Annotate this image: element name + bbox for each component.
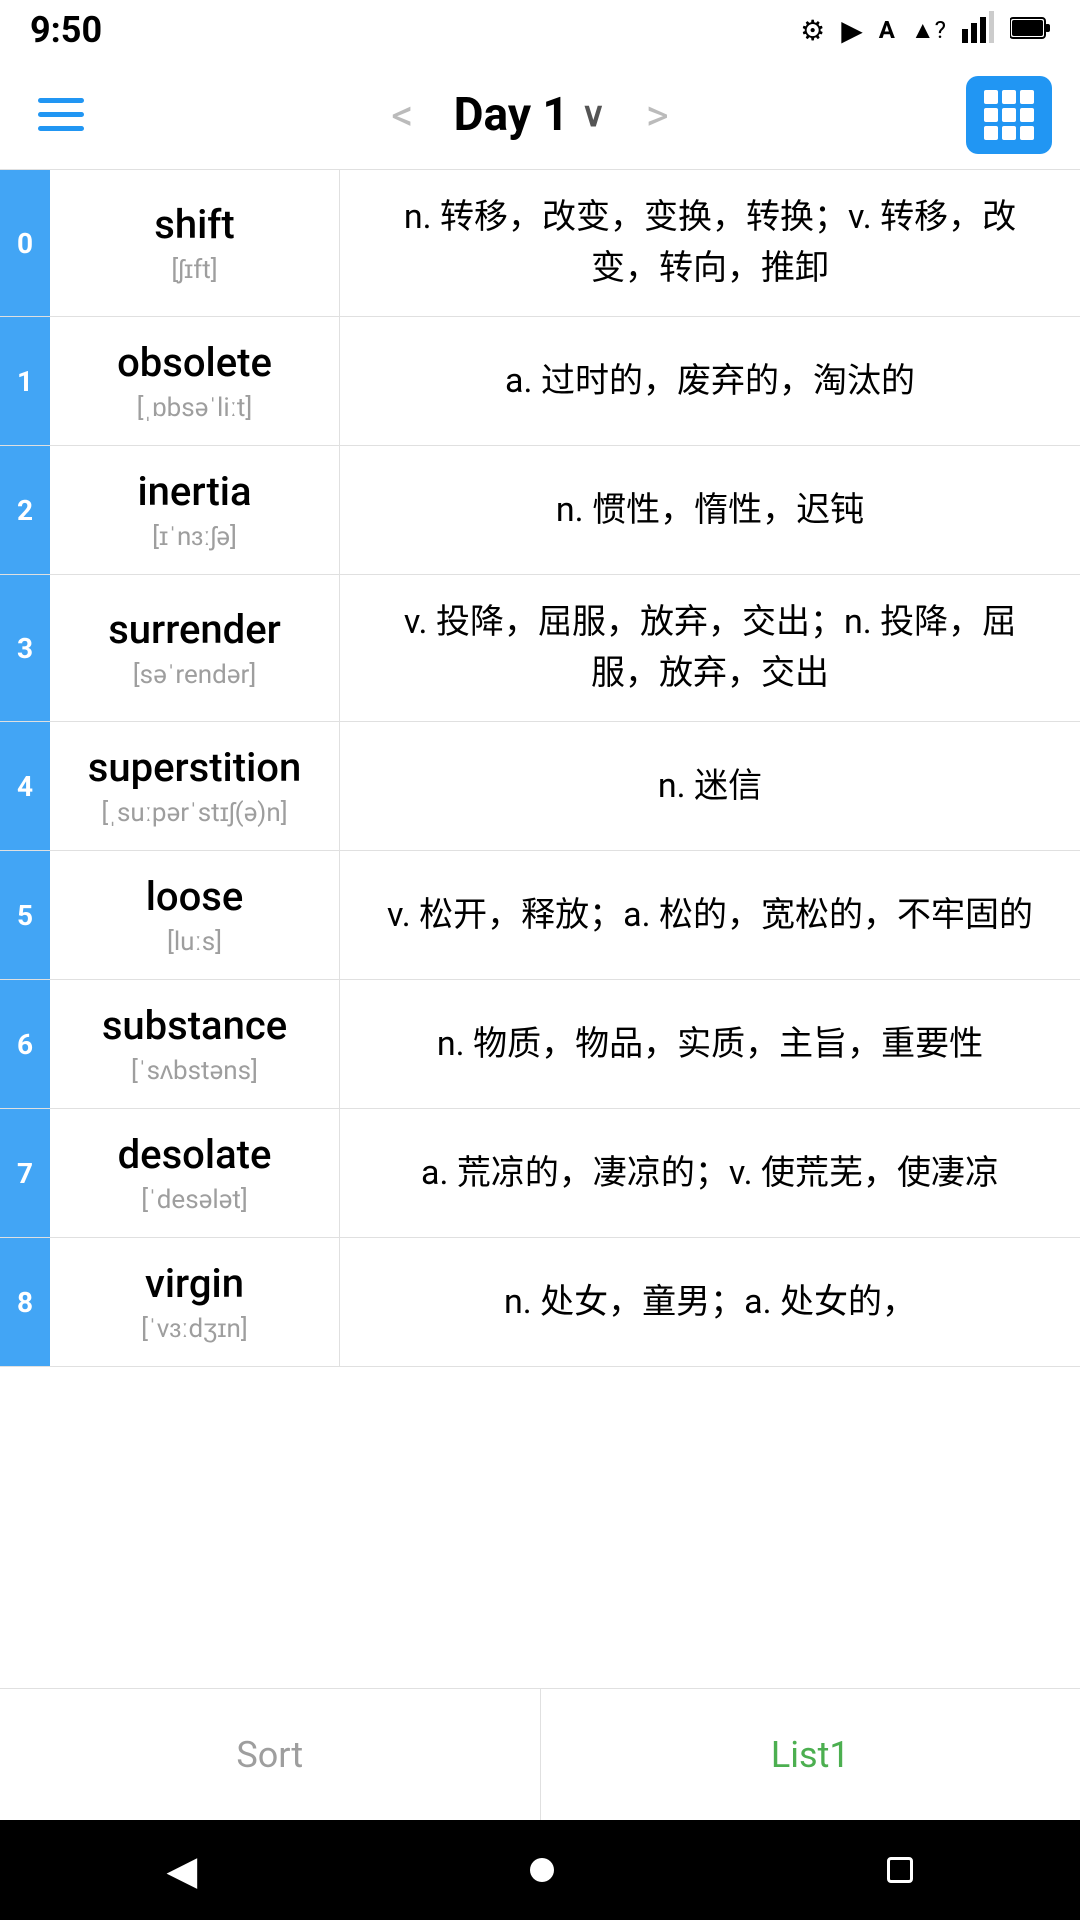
word-row[interactable]: 0 shift [ʃɪft] n. 转移，改变，变换，转换；v. 转移，改变，转… bbox=[0, 170, 1080, 317]
home-nav-button[interactable] bbox=[530, 1858, 554, 1882]
row-index: 0 bbox=[0, 170, 50, 316]
bottom-tab-label: Sort bbox=[236, 1734, 303, 1776]
definition-text: v. 松开，释放；a. 松的，宽松的，不牢固的 bbox=[387, 890, 1033, 941]
view-toggle-button[interactable] bbox=[966, 76, 1052, 154]
bottom-tab-list1[interactable]: List1 bbox=[541, 1689, 1080, 1820]
row-index: 6 bbox=[0, 980, 50, 1108]
definition-column: a. 过时的，废弃的，淘汰的 bbox=[340, 317, 1080, 445]
word-text: inertia bbox=[137, 468, 251, 515]
definition-text: n. 转移，改变，变换，转换；v. 转移，改变，转向，推卸 bbox=[370, 192, 1050, 294]
word-column: virgin [ˈvɜːdʒɪn] bbox=[50, 1238, 340, 1366]
status-bar: 9:50 ⚙ ▶ A ▲? bbox=[0, 0, 1080, 60]
recent-nav-button[interactable] bbox=[887, 1857, 913, 1883]
word-phonetic: [luːs] bbox=[167, 926, 222, 957]
word-phonetic: [ˈdesələt] bbox=[141, 1184, 248, 1215]
word-column: desolate [ˈdesələt] bbox=[50, 1109, 340, 1237]
word-row[interactable]: 6 substance [ˈsʌbstəns] n. 物质，物品，实质，主旨，重… bbox=[0, 980, 1080, 1109]
row-index: 7 bbox=[0, 1109, 50, 1237]
signal-icon bbox=[962, 11, 994, 50]
play-icon: ▶ bbox=[841, 14, 863, 47]
day-title: Day 1 bbox=[454, 88, 569, 142]
word-text: surrender bbox=[108, 606, 281, 653]
word-row[interactable]: 5 loose [luːs] v. 松开，释放；a. 松的，宽松的，不牢固的 bbox=[0, 851, 1080, 980]
wifi-icon: ▲? bbox=[911, 16, 946, 45]
bottom-tab-sort[interactable]: Sort bbox=[0, 1689, 541, 1820]
row-index: 2 bbox=[0, 446, 50, 574]
back-nav-button[interactable]: ◀ bbox=[167, 1847, 198, 1894]
word-phonetic: [ɪˈnɜːʃə] bbox=[152, 521, 237, 552]
gear-icon: ⚙ bbox=[800, 14, 825, 47]
word-phonetic: [ˈsʌbstəns] bbox=[131, 1055, 258, 1086]
word-row[interactable]: 3 surrender [səˈrendər] v. 投降，屈服，放弃，交出；n… bbox=[0, 575, 1080, 722]
word-column: superstition [ˌsuːpərˈstɪʃ(ə)n] bbox=[50, 722, 340, 850]
word-phonetic: [ˌsuːpərˈstɪʃ(ə)n] bbox=[101, 797, 287, 828]
chevron-down-icon: ∨ bbox=[581, 95, 606, 135]
row-index: 5 bbox=[0, 851, 50, 979]
bottom-bar: Sort List1 bbox=[0, 1688, 1080, 1820]
definition-text: n. 惯性，惰性，迟钝 bbox=[556, 485, 864, 536]
word-column: inertia [ɪˈnɜːʃə] bbox=[50, 446, 340, 574]
word-text: substance bbox=[102, 1002, 287, 1049]
word-text: desolate bbox=[118, 1131, 272, 1178]
day-selector[interactable]: Day 1 ∨ bbox=[454, 88, 606, 142]
definition-column: a. 荒凉的，凄凉的；v. 使荒芜，使凄凉 bbox=[340, 1109, 1080, 1237]
word-phonetic: [ˈvɜːdʒɪn] bbox=[141, 1313, 248, 1344]
bottom-tab-label: List1 bbox=[771, 1734, 850, 1776]
definition-text: n. 迷信 bbox=[658, 761, 762, 812]
menu-button[interactable] bbox=[28, 88, 94, 141]
text-icon: A bbox=[879, 16, 895, 44]
definition-column: n. 惯性，惰性，迟钝 bbox=[340, 446, 1080, 574]
definition-column: n. 迷信 bbox=[340, 722, 1080, 850]
nav-bar: ◀ bbox=[0, 1820, 1080, 1920]
word-row[interactable]: 7 desolate [ˈdesələt] a. 荒凉的，凄凉的；v. 使荒芜，… bbox=[0, 1109, 1080, 1238]
row-index: 1 bbox=[0, 317, 50, 445]
battery-icon bbox=[1010, 14, 1050, 47]
definition-text: a. 荒凉的，凄凉的；v. 使荒芜，使凄凉 bbox=[421, 1148, 999, 1199]
word-text: obsolete bbox=[117, 339, 272, 386]
row-index: 8 bbox=[0, 1238, 50, 1366]
word-column: surrender [səˈrendər] bbox=[50, 575, 340, 721]
word-row[interactable]: 2 inertia [ɪˈnɜːʃə] n. 惯性，惰性，迟钝 bbox=[0, 446, 1080, 575]
definition-column: n. 处女，童男；a. 处女的， bbox=[340, 1238, 1080, 1366]
word-phonetic: [ˌɒbsəˈliːt] bbox=[137, 392, 253, 423]
word-text: loose bbox=[146, 873, 244, 920]
word-text: shift bbox=[154, 201, 234, 248]
definition-text: a. 过时的，废弃的，淘汰的 bbox=[505, 356, 915, 407]
word-column: obsolete [ˌɒbsəˈliːt] bbox=[50, 317, 340, 445]
word-row[interactable]: 4 superstition [ˌsuːpərˈstɪʃ(ə)n] n. 迷信 bbox=[0, 722, 1080, 851]
word-row[interactable]: 1 obsolete [ˌɒbsəˈliːt] a. 过时的，废弃的，淘汰的 bbox=[0, 317, 1080, 446]
definition-column: v. 松开，释放；a. 松的，宽松的，不牢固的 bbox=[340, 851, 1080, 979]
word-phonetic: [ʃɪft] bbox=[171, 254, 217, 285]
status-icons: ⚙ ▶ A ▲? bbox=[800, 11, 1050, 50]
word-list: 0 shift [ʃɪft] n. 转移，改变，变换，转换；v. 转移，改变，转… bbox=[0, 170, 1080, 1688]
definition-column: n. 物质，物品，实质，主旨，重要性 bbox=[340, 980, 1080, 1108]
word-text: superstition bbox=[88, 744, 301, 791]
row-index: 3 bbox=[0, 575, 50, 721]
word-column: loose [luːs] bbox=[50, 851, 340, 979]
word-column: substance [ˈsʌbstəns] bbox=[50, 980, 340, 1108]
definition-text: v. 投降，屈服，放弃，交出；n. 投降，屈服，放弃，交出 bbox=[370, 597, 1050, 699]
word-column: shift [ʃɪft] bbox=[50, 170, 340, 316]
next-button[interactable]: > bbox=[646, 89, 669, 141]
definition-column: n. 转移，改变，变换，转换；v. 转移，改变，转向，推卸 bbox=[340, 170, 1080, 316]
definition-text: n. 处女，童男；a. 处女的， bbox=[504, 1277, 916, 1328]
toolbar: < Day 1 ∨ > bbox=[0, 60, 1080, 170]
word-phonetic: [səˈrendər] bbox=[133, 659, 256, 690]
word-row[interactable]: 8 virgin [ˈvɜːdʒɪn] n. 处女，童男；a. 处女的， bbox=[0, 1238, 1080, 1367]
row-index: 4 bbox=[0, 722, 50, 850]
status-time: 9:50 bbox=[30, 9, 102, 51]
grid-icon bbox=[984, 90, 1034, 140]
definition-text: n. 物质，物品，实质，主旨，重要性 bbox=[437, 1019, 983, 1070]
word-text: virgin bbox=[145, 1260, 244, 1307]
definition-column: v. 投降，屈服，放弃，交出；n. 投降，屈服，放弃，交出 bbox=[340, 575, 1080, 721]
prev-button[interactable]: < bbox=[391, 89, 413, 141]
toolbar-nav: < Day 1 ∨ > bbox=[391, 88, 668, 142]
